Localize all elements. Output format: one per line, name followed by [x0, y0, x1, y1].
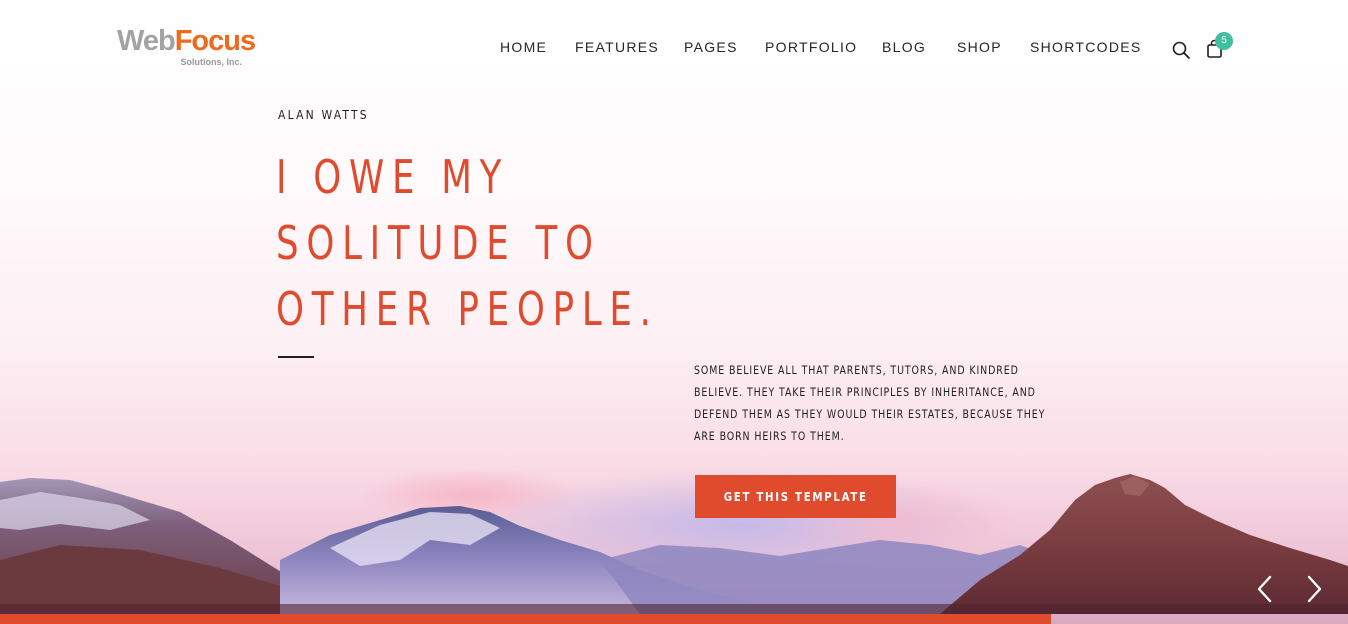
nav-item-shortcodes[interactable]: SHORTCODES: [1030, 39, 1142, 55]
chevron-right-icon[interactable]: [1303, 574, 1325, 604]
headline-divider: [278, 356, 314, 358]
cart-count-badge: 5: [1215, 32, 1233, 50]
nav-item-blog[interactable]: BLOG: [882, 39, 926, 55]
logo-wordmark: WebFocus: [117, 24, 256, 58]
get-template-button-label: GET THIS TEMPLATE: [723, 489, 868, 504]
quote-author: ALAN WATTS: [278, 108, 369, 122]
nav-item-shop[interactable]: SHOP: [957, 39, 1002, 55]
description-line: ARE BORN HEIRS TO THEM.: [694, 429, 845, 443]
slide-progress-fill: [0, 614, 1052, 624]
headline-line: SOLITUDE TO: [276, 216, 601, 270]
slide-progress-bar: [0, 614, 1348, 624]
nav-item-portfolio[interactable]: PORTFOLIO: [765, 39, 857, 55]
description-line: SOME BELIEVE ALL THAT PARENTS, TUTORS, A…: [694, 363, 1019, 377]
chevron-left-icon[interactable]: [1254, 574, 1276, 604]
nav-item-home[interactable]: HOME: [500, 39, 547, 55]
logo-word-focus: Focus: [174, 25, 256, 57]
brand-logo[interactable]: WebFocus Solutions, Inc.: [117, 24, 256, 70]
headline-line: OTHER PEOPLE.: [276, 282, 659, 336]
headline-line: I OWE MY: [276, 150, 510, 204]
slide-description: SOME BELIEVE ALL THAT PARENTS, TUTORS, A…: [694, 359, 1074, 447]
slide-headline: I OWE MY SOLITUDE TO OTHER PEOPLE.: [276, 144, 736, 342]
get-template-button[interactable]: GET THIS TEMPLATE: [695, 475, 896, 518]
logo-tagline: Solutions, Inc.: [180, 57, 242, 67]
search-icon[interactable]: [1171, 40, 1191, 60]
logo-word-web: Web: [117, 25, 176, 57]
nav-item-pages[interactable]: PAGES: [684, 39, 738, 55]
nav-item-features[interactable]: FEATURES: [575, 39, 659, 55]
description-line: BELIEVE. THEY TAKE THEIR PRINCIPLES BY I…: [694, 385, 1036, 399]
description-line: DEFEND THEM AS THEY WOULD THEIR ESTATES,…: [694, 407, 1046, 421]
